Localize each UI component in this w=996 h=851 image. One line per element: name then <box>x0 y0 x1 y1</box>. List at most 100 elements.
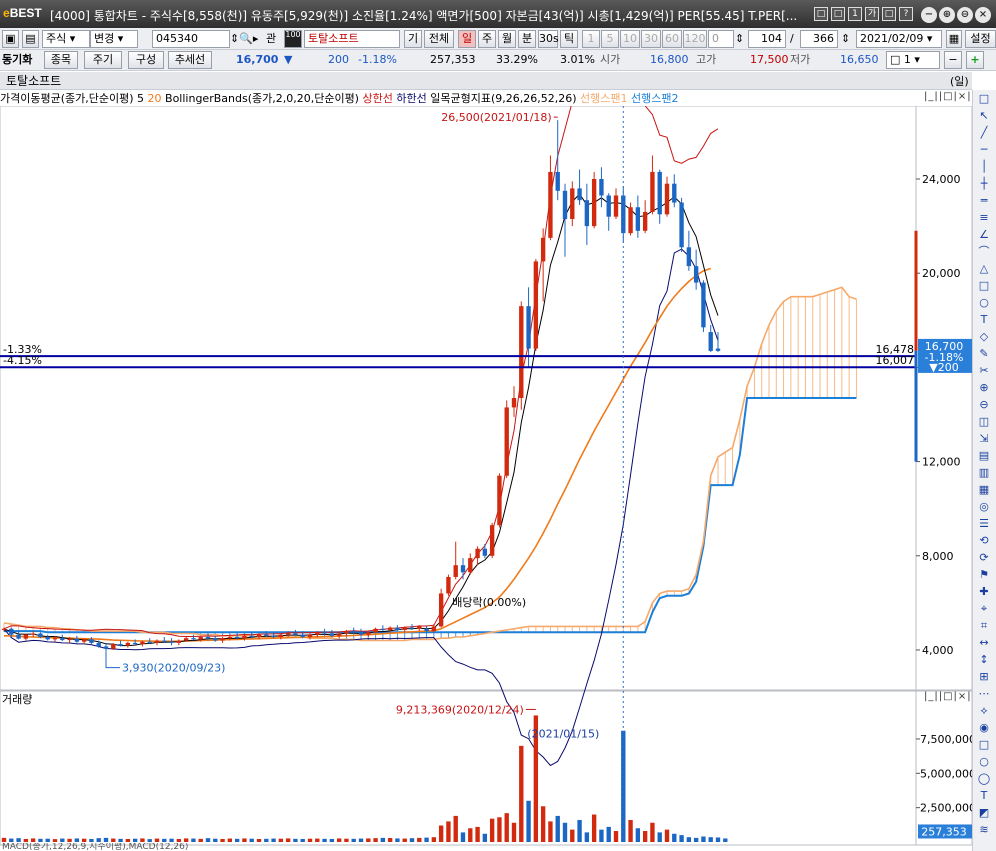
date-stepper-icon[interactable]: ⇕ <box>841 30 850 48</box>
drawing-tool-icon[interactable]: ⋯ <box>973 685 995 702</box>
minute-60-button[interactable]: 60 <box>662 30 682 48</box>
window-tool-button-1[interactable]: □ <box>814 7 828 21</box>
drawing-tool-icon[interactable]: ╱ <box>973 124 995 141</box>
drawing-tool-icon[interactable]: ○ <box>973 294 995 311</box>
window-tool-button-4[interactable]: 가 <box>865 7 879 21</box>
price-chart[interactable]: 4,0008,00012,00016,00020,00024,000-1.33%… <box>0 106 972 846</box>
restore-button[interactable]: ⊕ <box>939 7 955 23</box>
trendline-button[interactable]: 추세선 <box>168 51 212 69</box>
drawing-tool-icon[interactable]: ↖ <box>973 107 995 124</box>
window-tool-button-3[interactable]: 1 <box>848 7 862 21</box>
related-label[interactable]: 관 <box>266 30 276 48</box>
drawing-tool-icon[interactable]: ≋ <box>973 821 995 838</box>
drawing-tool-icon[interactable]: T <box>973 311 995 328</box>
drawing-tool-icon[interactable]: ∠ <box>973 226 995 243</box>
drawing-tool-icon[interactable]: ⊞ <box>973 668 995 685</box>
date-input[interactable]: 2021/02/09 ▾ <box>856 30 942 48</box>
minute-5-button[interactable]: 5 <box>601 30 619 48</box>
drawing-tool-icon[interactable]: ⌒ <box>973 243 995 260</box>
screen-icon[interactable]: ▤ <box>22 30 39 48</box>
drawing-tool-icon[interactable]: ⊕ <box>973 379 995 396</box>
drawing-tool-icon[interactable]: ✂ <box>973 362 995 379</box>
period-tab-tick[interactable]: 틱 <box>560 30 578 48</box>
drawing-tool-icon[interactable]: ◉ <box>973 719 995 736</box>
window-tool-button-2[interactable]: □ <box>831 7 845 21</box>
drawing-tool-icon[interactable]: │ <box>973 158 995 175</box>
change-select[interactable]: 변경 ▾ <box>90 30 138 48</box>
drawing-tool-icon[interactable]: ⚑ <box>973 566 995 583</box>
drawing-tool-icon[interactable]: □ <box>973 736 995 753</box>
drawing-tool-icon[interactable]: ◩ <box>973 804 995 821</box>
drawing-tool-icon[interactable]: □ <box>973 90 995 107</box>
ma-legend[interactable]: 가격이동평균(종가,단순이평) <box>0 92 134 105</box>
drawing-tool-icon[interactable]: ↕ <box>973 651 995 668</box>
settings-button[interactable]: 설정 <box>965 30 996 48</box>
drawing-tool-icon[interactable]: ⟡ <box>973 702 995 719</box>
drawing-tool-icon[interactable]: ⌗ <box>973 617 995 634</box>
drawing-tool-icon[interactable]: ┼ <box>973 175 995 192</box>
minimize-button[interactable]: − <box>921 7 937 23</box>
drawing-tool-icon[interactable]: ⟳ <box>973 549 995 566</box>
maximize-button[interactable]: ⊖ <box>957 7 973 23</box>
hundred-icon[interactable]: 100 <box>284 30 302 48</box>
drawing-tool-icon[interactable]: ─ <box>973 141 995 158</box>
span1-legend[interactable]: 선행스팬1 <box>580 92 627 105</box>
period-tab-week[interactable]: 주 <box>478 30 496 48</box>
drawing-tool-icon[interactable]: ▥ <box>973 464 995 481</box>
minute-1-button[interactable]: 1 <box>582 30 600 48</box>
stock-code-input[interactable]: 045340 <box>152 30 230 48</box>
minute-10-button[interactable]: 10 <box>620 30 640 48</box>
period-tab-day[interactable]: 일 <box>458 30 476 48</box>
drawing-tool-icon[interactable]: ✎ <box>973 345 995 362</box>
period-tab-30s[interactable]: 30s <box>538 30 559 48</box>
drawing-tool-icon[interactable]: ⌖ <box>973 600 995 617</box>
drawing-tool-icon[interactable]: ⊖ <box>973 396 995 413</box>
drawing-tool-icon[interactable]: ◇ <box>973 328 995 345</box>
custom-period-input[interactable]: 0 <box>708 30 734 48</box>
all-button[interactable]: 전체 <box>424 30 454 48</box>
minute-30-button[interactable]: 30 <box>641 30 661 48</box>
bb-lower-legend[interactable]: 하한선 <box>396 92 426 105</box>
drawing-tool-icon[interactable]: △ <box>973 260 995 277</box>
help-button[interactable]: ? <box>899 7 913 21</box>
add-icon[interactable]: + <box>966 51 984 69</box>
drawing-tool-icon[interactable]: ≡ <box>973 209 995 226</box>
minute-120-button[interactable]: 120 <box>683 30 707 48</box>
drawing-tool-icon[interactable]: ▦ <box>973 481 995 498</box>
drawing-tool-icon[interactable]: ○ <box>973 753 995 770</box>
period-button[interactable]: 주기 <box>84 51 122 69</box>
sync-label[interactable]: 동기화 <box>2 51 32 69</box>
drawing-tool-icon[interactable]: ◫ <box>973 413 995 430</box>
gi-button[interactable]: 기 <box>404 30 422 48</box>
ma5-legend[interactable]: 5 <box>137 92 144 105</box>
item-button[interactable]: 종목 <box>44 51 78 69</box>
bb-upper-legend[interactable]: 상한선 <box>362 92 392 105</box>
drawing-tool-icon[interactable]: ⟲ <box>973 532 995 549</box>
volume-pane-controls[interactable]: |_||□|×| <box>924 691 972 702</box>
drawing-tool-icon[interactable]: ✚ <box>973 583 995 600</box>
close-button[interactable]: × <box>975 7 991 23</box>
bars-total-input[interactable]: 366 <box>800 30 838 48</box>
drawing-tool-icon[interactable]: □ <box>973 277 995 294</box>
price-pane-controls[interactable]: |_||□|×| <box>924 91 972 102</box>
drawing-tool-icon[interactable]: ◯ <box>973 770 995 787</box>
window-tool-button-5[interactable]: □ <box>882 7 896 21</box>
bars-shown-input[interactable]: 104 <box>748 30 786 48</box>
ma20-legend[interactable]: 20 <box>148 92 162 105</box>
save-icon[interactable]: ▦ <box>946 30 962 48</box>
code-stepper-icon[interactable]: ⇕🔍▸ <box>230 30 258 48</box>
span2-legend[interactable]: 선행스팬2 <box>631 92 678 105</box>
bb-legend[interactable]: BollingerBands(종가,2,0,20,단순이평) <box>165 92 359 105</box>
period-tab-minute[interactable]: 분 <box>518 30 536 48</box>
drawing-tool-icon[interactable]: ▤ <box>973 447 995 464</box>
period-tab-month[interactable]: 월 <box>498 30 516 48</box>
remove-icon[interactable]: − <box>944 51 962 69</box>
drawing-tool-icon[interactable]: T <box>973 787 995 804</box>
config-button[interactable]: 구성 <box>128 51 164 69</box>
layout-icon[interactable]: ▣ <box>2 30 19 48</box>
drawing-tool-icon[interactable]: ↔ <box>973 634 995 651</box>
market-select[interactable]: 주식 ▾ <box>42 30 90 48</box>
period-stepper-icon[interactable]: ⇕ <box>735 30 744 48</box>
drawing-tool-icon[interactable]: ⇲ <box>973 430 995 447</box>
drawing-tool-icon[interactable]: ═ <box>973 192 995 209</box>
